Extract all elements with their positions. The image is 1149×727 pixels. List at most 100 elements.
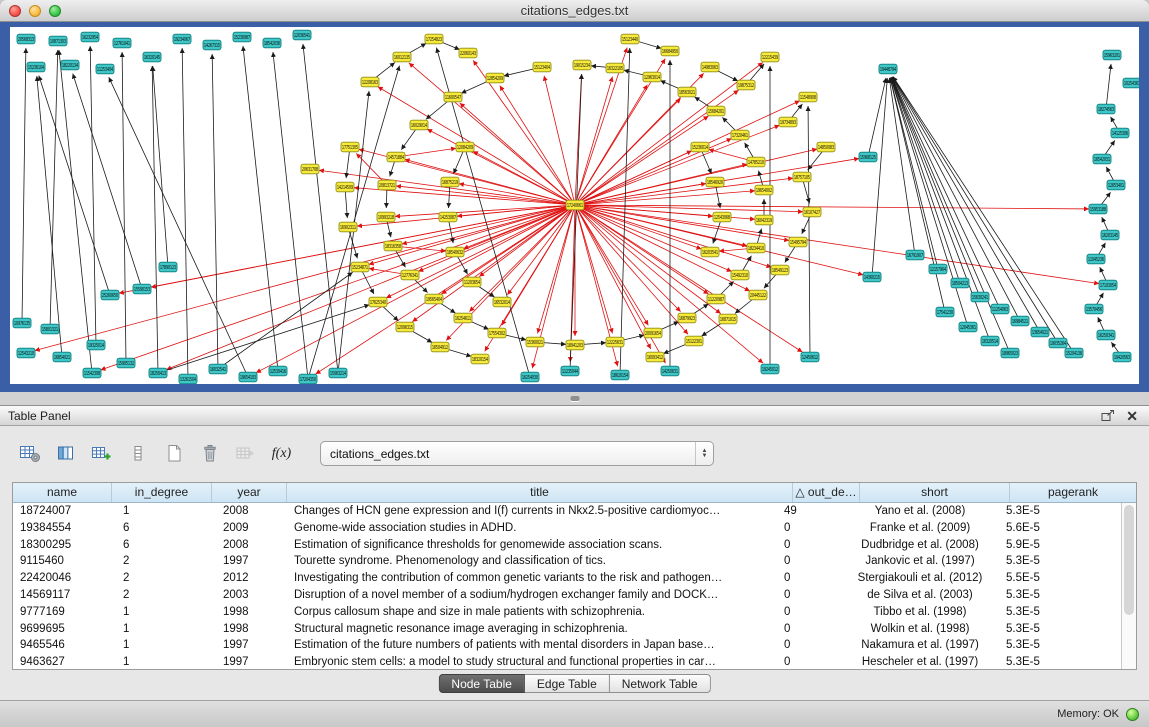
row-options-button[interactable] (124, 441, 151, 467)
network-node[interactable]: 17320461 (731, 130, 749, 140)
network-node[interactable]: 12530416 (269, 366, 287, 376)
network-edge[interactable] (101, 205, 575, 370)
network-node[interactable]: 12215439 (761, 52, 779, 62)
cell-year[interactable]: 1997 (212, 637, 287, 654)
cell-title[interactable]: Estimation of the future numbers of pati… (287, 637, 778, 654)
table-selector-combobox[interactable]: citations_edges.txt▲▼ (320, 441, 714, 466)
cell-out_de[interactable]: 0 (778, 654, 845, 669)
cell-out_de[interactable]: 0 (778, 637, 845, 654)
table-row[interactable]: 1830029562008Estimation of significance … (13, 537, 1121, 554)
table-row[interactable]: 911546021997Tourette syndrome. Phenomeno… (13, 553, 1121, 570)
network-node[interactable]: 16879923 (678, 313, 696, 323)
network-node[interactable]: 19875312 (737, 80, 755, 90)
network-node[interactable]: 18250413 (149, 368, 167, 378)
network-node[interactable]: 20813721 (378, 180, 396, 190)
network-node[interactable]: 14125306 (1111, 128, 1129, 138)
network-node[interactable]: 14214509 (336, 182, 354, 192)
network-node[interactable]: 11253404 (96, 64, 114, 74)
network-edge[interactable] (22, 48, 26, 323)
network-node[interactable]: 15630241 (971, 292, 989, 302)
network-node[interactable]: 19654002 (755, 185, 773, 195)
cell-out_de[interactable]: 0 (778, 520, 845, 537)
cell-short[interactable]: Wolkin et al. (1998) (845, 621, 995, 638)
network-node[interactable]: 16320145 (143, 52, 161, 62)
cell-year[interactable]: 2003 (212, 587, 287, 604)
network-node[interactable]: 18965023 (1001, 348, 1019, 358)
network-node[interactable]: 15204136 (1065, 348, 1083, 358)
cell-title[interactable]: Changes of HCN gene expression and I(f) … (287, 503, 778, 520)
network-node[interactable]: 10254361 (1123, 78, 1139, 88)
network-node[interactable]: 15905132 (117, 358, 135, 368)
network-node[interactable]: 16532014 (493, 297, 511, 307)
network-node[interactable]: 17103054 (1099, 280, 1117, 290)
network-node[interactable]: 16322105 (606, 63, 624, 73)
network-edge[interactable] (893, 77, 1040, 332)
network-node[interactable]: 18504213 (951, 278, 969, 288)
network-node[interactable]: 18941203 (566, 340, 584, 350)
cell-pagerank[interactable]: 5.3E-5 (995, 604, 1121, 621)
table-row[interactable]: 1872400712008Changes of HCN gene express… (13, 503, 1121, 520)
network-node[interactable]: 19245012 (761, 364, 779, 374)
network-node[interactable]: 18540632 (446, 247, 464, 257)
network-node[interactable]: 15684201 (707, 106, 725, 116)
cell-out_de[interactable]: 0 (778, 587, 845, 604)
network-node[interactable]: 15495794 (789, 237, 807, 247)
column-header-title[interactable]: title (287, 483, 793, 502)
cell-title[interactable]: Estimation of significance thresholds fo… (287, 537, 778, 554)
network-edge[interactable] (575, 205, 651, 349)
network-node[interactable]: 12776341 (401, 270, 419, 280)
tab-network-table[interactable]: Network Table (610, 674, 711, 693)
network-node[interactable]: 19035264 (1049, 338, 1067, 348)
cell-name[interactable]: 9777169 (13, 604, 112, 621)
column-header-pagerank[interactable]: pagerank (1010, 483, 1136, 502)
network-node[interactable]: 25260650 (101, 290, 119, 300)
column-header-year[interactable]: year (212, 483, 287, 502)
cell-out_de[interactable]: 0 (778, 570, 845, 587)
network-node[interactable]: 17240661 (566, 200, 584, 210)
network-edge[interactable] (122, 52, 126, 363)
network-node[interactable]: 16902311 (339, 222, 357, 232)
network-node[interactable]: 16684950 (661, 46, 679, 56)
table-row[interactable]: 2242004622012Investigating the contribut… (13, 570, 1121, 587)
network-node[interactable]: 11235044 (561, 366, 579, 376)
cell-in_degree[interactable]: 1 (112, 503, 212, 520)
network-node[interactable]: 16250341 (1097, 330, 1115, 340)
cell-name[interactable]: 22420046 (13, 570, 112, 587)
cell-name[interactable]: 18300295 (13, 537, 112, 554)
network-node[interactable]: 16791907 (906, 250, 924, 260)
network-node[interactable]: 15953188 (1089, 204, 1107, 214)
network-edge[interactable] (808, 106, 810, 357)
cell-title[interactable]: Embryonic stem cells: a model to study s… (287, 654, 778, 669)
table-row[interactable]: 969969511998Structural magnetic resonanc… (13, 621, 1121, 638)
cell-name[interactable]: 19384554 (13, 520, 112, 537)
cell-in_degree[interactable]: 1 (112, 654, 212, 669)
tab-node-table[interactable]: Node Table (438, 674, 525, 693)
import-table-button[interactable] (232, 441, 259, 467)
zoom-button[interactable] (49, 5, 61, 17)
network-node[interactable]: 12157964 (929, 264, 947, 274)
table-row[interactable]: 946362711997Embryonic stem cells: a mode… (13, 654, 1121, 669)
cell-in_degree[interactable]: 2 (112, 570, 212, 587)
network-node[interactable]: 12854209 (486, 73, 504, 83)
network-edge[interactable] (892, 77, 1000, 309)
table-row[interactable]: 946554611997Estimation of the future num… (13, 637, 1121, 654)
network-node[interactable]: 12653401 (1107, 180, 1125, 190)
network-edge[interactable] (256, 205, 575, 373)
cell-year[interactable]: 1997 (212, 654, 287, 669)
cell-short[interactable]: Tibbo et al. (1998) (845, 604, 995, 621)
network-node[interactable]: 22060143 (459, 48, 477, 58)
network-node[interactable]: 10976135 (13, 318, 31, 328)
network-node[interactable]: 17625340 (369, 297, 387, 307)
network-node[interactable]: 19015234 (573, 60, 591, 70)
cell-short[interactable]: Stergiakouli et al. (2012) (845, 570, 995, 587)
network-node[interactable]: 12036541 (293, 30, 311, 40)
network-node[interactable]: 16032541 (209, 364, 227, 374)
network-node[interactable]: 20568313 (17, 34, 35, 44)
network-node[interactable]: 15492310 (731, 270, 749, 280)
network-edge[interactable] (893, 77, 1074, 353)
network-node[interactable]: 16029014 (410, 120, 428, 130)
network-node[interactable]: 15236014 (691, 142, 709, 152)
cell-title[interactable]: Investigating the contribution of common… (287, 570, 778, 587)
network-node[interactable]: 17541230 (936, 307, 954, 317)
network-edge[interactable] (890, 78, 945, 312)
